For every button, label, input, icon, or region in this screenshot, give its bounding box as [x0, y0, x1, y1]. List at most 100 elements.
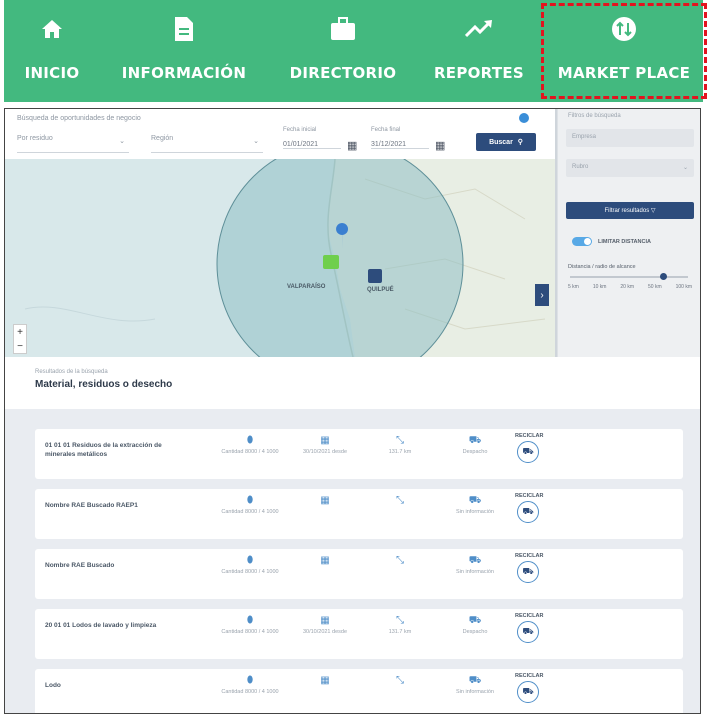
shipping-text: Sin información [456, 569, 494, 575]
calendar-icon: ▦ [320, 495, 330, 506]
distance-cell: ⤡ [365, 555, 435, 569]
quantity-text: Cantidad 8000 / 4 1000 [221, 689, 279, 695]
quantity-text: Cantidad 8000 / 4 1000 [221, 629, 279, 635]
list-item[interactable]: 01 01 01 Residuos de la extracción de mi… [35, 429, 683, 479]
nav-label-reportes: REPORTES [433, 64, 525, 82]
list-item[interactable]: Nombre RAE Buscado ⬮ Cantidad 8000 / 4 10… [35, 549, 683, 599]
calendar-icon: ▦ [320, 615, 330, 626]
date-cell: ▦ [290, 555, 360, 569]
calendar-icon[interactable]: ▦ [347, 139, 357, 152]
location-pin-icon: ⬮ [246, 615, 254, 626]
quantity-cell: ⬮ Cantidad 8000 / 4 1000 [215, 615, 285, 636]
search-icon: ⚲ [517, 139, 523, 146]
nav-item-informacion[interactable]: INFORMACIÓN [114, 14, 254, 92]
quantity-cell: ⬮ Cantidad 8000 / 4 1000 [215, 495, 285, 516]
truck-action-button[interactable]: ⛟ [517, 501, 539, 523]
quantity-text: Cantidad 8000 / 4 1000 [221, 509, 279, 515]
distance-toggle-label: LIMITAR DISTANCIA [598, 239, 651, 245]
date-cell: ▦ 30/10/2021 desde [290, 615, 360, 636]
truck-action-button[interactable]: ⛟ [517, 621, 539, 643]
truck-icon: ⛟ [468, 495, 482, 506]
calendar-icon[interactable]: ▦ [435, 139, 445, 152]
trending-up-icon [464, 14, 494, 44]
chevron-down-icon: ⌄ [682, 165, 688, 171]
radius-tick: 100 km [675, 284, 692, 290]
nav-item-reportes[interactable]: REPORTES [429, 14, 529, 92]
filter-title: Búsqueda de oportunidades de negocio [17, 115, 141, 122]
route-icon: ⤡ [396, 555, 404, 566]
chevron-right-icon: › [540, 289, 544, 301]
calendar-icon: ▦ [320, 435, 330, 446]
date-from-field[interactable]: Fecha inicial 01/01/2021 ▦ [283, 127, 363, 155]
distance-cell: ⤡ 131.7 km [365, 435, 435, 456]
truck-icon: ⛟ [468, 615, 482, 626]
action-cell: RECICLAR ⛟ [515, 673, 555, 703]
region-select[interactable]: Región ⌄ [151, 135, 263, 153]
panel-title: Filtros de búsqueda [568, 113, 621, 119]
radius-tick: 5 km [568, 284, 579, 290]
distance-toggle[interactable] [572, 237, 592, 246]
radius-slider[interactable] [570, 273, 688, 280]
action-label: RECICLAR [515, 493, 544, 499]
zoom-control[interactable]: + − [13, 324, 27, 354]
quantity-cell: ⬮ Cantidad 8000 / 4 1000 [215, 435, 285, 456]
shipping-cell: ⛟ Despacho [440, 435, 510, 456]
action-cell: RECICLAR ⛟ [515, 553, 555, 583]
zoom-in-icon[interactable]: + [17, 327, 23, 338]
results-title: Material, residuos o desecho [35, 379, 173, 390]
location-pin-icon: ⬮ [246, 435, 254, 446]
results-subtitle: Resultados de la búsqueda [35, 369, 108, 375]
quantity-text: Cantidad 8000 / 4 1000 [221, 569, 279, 575]
shipping-text: Despacho [462, 629, 488, 635]
radius-tick: 10 km [592, 284, 607, 290]
route-icon: ⤡ [396, 675, 404, 686]
chevron-down-icon: ⌄ [253, 138, 259, 145]
slider-knob[interactable] [660, 273, 667, 280]
category-select[interactable]: Rubro ⌄ [566, 159, 694, 177]
swap-vertical-icon [609, 14, 639, 44]
date-to-field[interactable]: Fecha final 31/12/2021 ▦ [371, 127, 451, 155]
calendar-icon: ▦ [320, 555, 330, 566]
list-item[interactable]: Nombre RAE Buscado RAEP1 ⬮ Cantidad 8000 … [35, 489, 683, 539]
radius-tick: 20 km [620, 284, 635, 290]
date-cell: ▦ 30/10/2021 desde [290, 435, 360, 456]
shipping-cell: ⛟ Sin información [440, 555, 510, 576]
residue-name: 01 01 01 Residuos de la extracción de mi… [45, 442, 162, 458]
shipping-cell: ⛟ Sin información [440, 675, 510, 696]
map-view[interactable]: VALPARAÍSO QUILPUÉ › [5, 159, 555, 357]
region-value: Región [151, 135, 174, 142]
date-cell: ▦ [290, 675, 360, 689]
radius-tick: 50 km [648, 284, 662, 290]
distance-text: 131.7 km [388, 629, 412, 635]
residue-type-select[interactable]: Por residuo ⌄ [17, 135, 129, 153]
truck-action-button[interactable]: ⛟ [517, 561, 539, 583]
route-icon: ⤡ [396, 495, 404, 506]
panel-toggle-button[interactable]: › [535, 284, 549, 306]
truck-action-button[interactable]: ⛟ [517, 441, 539, 463]
company-input[interactable]: Empresa [566, 129, 694, 147]
distance-cell: ⤡ 131.7 km [365, 615, 435, 636]
list-item[interactable]: 20 01 01 Lodos de lavado y limpieza ⬮ Can… [35, 609, 683, 659]
distance-cell: ⤡ [365, 495, 435, 509]
search-button[interactable]: Buscar ⚲ [476, 133, 536, 151]
shipping-text: Despacho [462, 449, 488, 455]
radius-ticks: 5 km 10 km 20 km 50 km 100 km [568, 284, 692, 290]
shipping-cell: ⛟ Despacho [440, 615, 510, 636]
nav-label-informacion: INFORMACIÓN [121, 64, 247, 82]
action-label: RECICLAR [515, 433, 544, 439]
nav-item-market-place[interactable]: MARKET PLACE [541, 3, 707, 99]
nav-item-inicio[interactable]: INICIO [18, 14, 86, 92]
help-icon[interactable] [519, 113, 529, 123]
date-text: 30/10/2021 desde [302, 449, 348, 455]
shipping-text: Sin información [456, 509, 494, 515]
list-item[interactable]: Lodo ⬮ Cantidad 8000 / 4 1000 ▦ ⤡ ⛟ Sin in… [35, 669, 683, 713]
quantity-cell: ⬮ Cantidad 8000 / 4 1000 [215, 555, 285, 576]
location-pin-icon: ⬮ [246, 555, 254, 566]
nav-label-directorio: DIRECTORIO [289, 64, 397, 82]
zoom-out-icon[interactable]: − [17, 341, 23, 352]
truck-action-button[interactable]: ⛟ [517, 681, 539, 703]
location-pin-icon: ⬮ [246, 495, 254, 506]
nav-item-directorio[interactable]: DIRECTORIO [284, 14, 402, 92]
more-filters-button[interactable]: Filtrar resultados ▽ [566, 202, 694, 219]
nav-label-market-place: MARKET PLACE [557, 64, 691, 82]
